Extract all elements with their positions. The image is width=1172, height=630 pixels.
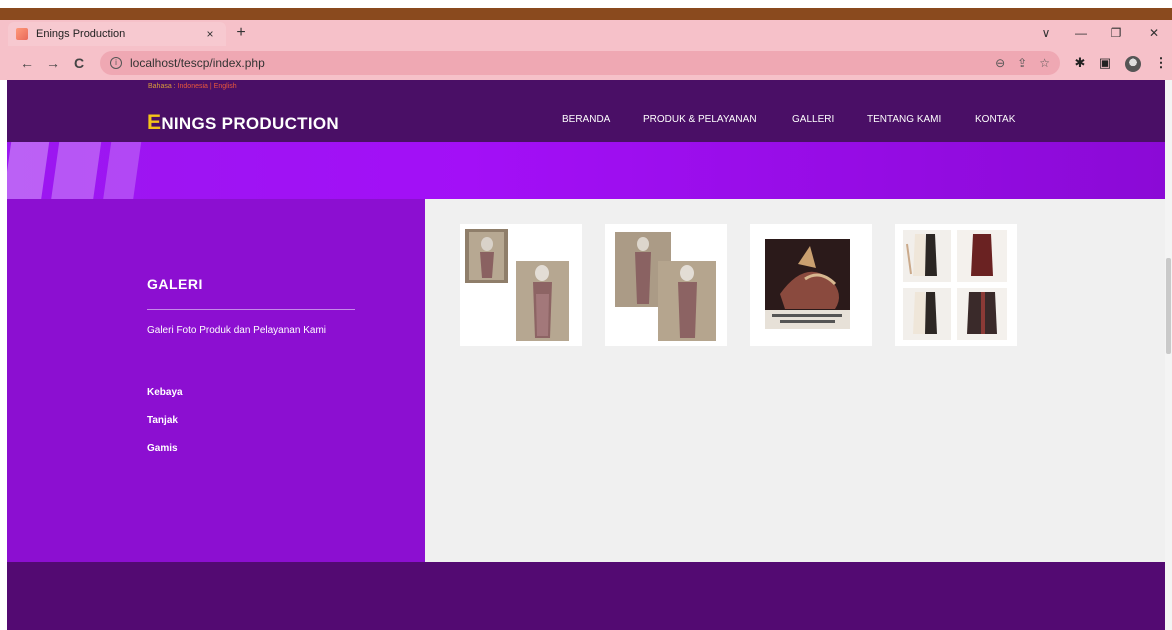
bookmark-star-icon[interactable]: ☆ — [1039, 56, 1050, 70]
address-bar[interactable]: i localhost/tescp/index.php ⊖ ⇪ ☆ — [100, 51, 1060, 75]
banner-streak — [7, 142, 51, 199]
window-top-edge — [0, 0, 1172, 8]
browser-toolbar: ← → C i localhost/tescp/index.php ⊖ ⇪ ☆ … — [0, 46, 1172, 80]
kebaya-photo-image — [615, 232, 716, 341]
site-logo[interactable]: ENINGS PRODUCTION — [147, 111, 339, 135]
kebaya-photo-image — [465, 229, 569, 341]
banner-streak — [101, 142, 143, 199]
nav-kontak[interactable]: KONTAK — [975, 114, 1015, 125]
forward-button[interactable]: → — [44, 54, 62, 72]
gallery-thumb-kebaya-2[interactable] — [605, 224, 727, 346]
minimize-button[interactable]: — — [1067, 23, 1095, 43]
share-icon[interactable]: ⇪ — [1017, 56, 1027, 70]
page-scrollbar-track[interactable] — [1165, 80, 1172, 630]
hero-banner — [7, 142, 1165, 199]
restore-button[interactable]: ❐ — [1102, 23, 1130, 43]
gamis-photo-image — [903, 230, 1007, 340]
nav-tentang-kami[interactable]: TENTANG KAMI — [867, 114, 941, 125]
title-divider — [147, 309, 355, 310]
language-indonesia-link[interactable]: Indonesia — [178, 83, 208, 90]
gallery-thumb-kebaya-1[interactable] — [460, 224, 582, 346]
gallery-grid — [425, 199, 1165, 562]
brand-initial: E — [147, 111, 162, 134]
nav-beranda[interactable]: BERANDA — [562, 114, 610, 125]
language-english-link[interactable]: English — [214, 83, 237, 90]
tab-search-icon[interactable]: ∨ — [1032, 23, 1060, 43]
tab-title: Enings Production — [36, 28, 126, 40]
browser-tab[interactable]: Enings Production × — [8, 22, 226, 46]
back-button[interactable]: ← — [18, 54, 36, 72]
gallery-description: Galeri Foto Produk dan Pelayanan Kami — [147, 325, 326, 336]
brand-name: NINGS PRODUCTION — [161, 114, 339, 133]
gallery-thumb-gamis[interactable] — [895, 224, 1017, 346]
close-window-button[interactable]: ✕ — [1140, 23, 1168, 43]
site-favicon-icon — [16, 28, 28, 40]
reload-button[interactable]: C — [70, 54, 88, 72]
extensions-icon[interactable]: ✱ — [1072, 55, 1088, 71]
side-panel-icon[interactable]: ▣ — [1097, 55, 1113, 71]
gallery-sidebar: GALERI Galeri Foto Produk dan Pelayanan … — [7, 199, 425, 562]
language-prefix: Bahasa : — [148, 83, 178, 90]
category-link-gamis[interactable]: Gamis — [147, 443, 178, 454]
nav-produk-pelayanan[interactable]: PRODUK & PELAYANAN — [643, 114, 757, 125]
url-text[interactable]: localhost/tescp/index.php — [130, 56, 983, 70]
page-scrollbar-thumb[interactable] — [1166, 258, 1171, 354]
browser-menu-icon[interactable]: ⋮ — [1153, 55, 1169, 71]
profile-avatar[interactable] — [1125, 56, 1141, 72]
zoom-icon[interactable]: ⊖ — [995, 56, 1005, 70]
category-link-tanjak[interactable]: Tanjak — [147, 415, 178, 426]
category-link-kebaya[interactable]: Kebaya — [147, 387, 183, 398]
tab-close-icon[interactable]: × — [202, 27, 218, 41]
new-tab-button[interactable]: + — [232, 24, 250, 42]
site-header: Bahasa : Indonesia | English ENINGS PROD… — [7, 80, 1165, 142]
site-footer — [7, 562, 1165, 630]
language-switcher: Bahasa : Indonesia | English — [148, 83, 237, 90]
site-info-icon[interactable]: i — [110, 57, 122, 69]
tanjak-photo-image — [765, 239, 850, 329]
browser-tabstrip: Enings Production × + ∨ — ❐ ✕ — [0, 20, 1172, 46]
banner-streak — [49, 142, 103, 199]
gallery-thumb-tanjak[interactable] — [750, 224, 872, 346]
nav-galleri[interactable]: GALLERI — [792, 114, 834, 125]
gallery-title: GALERI — [147, 276, 203, 292]
